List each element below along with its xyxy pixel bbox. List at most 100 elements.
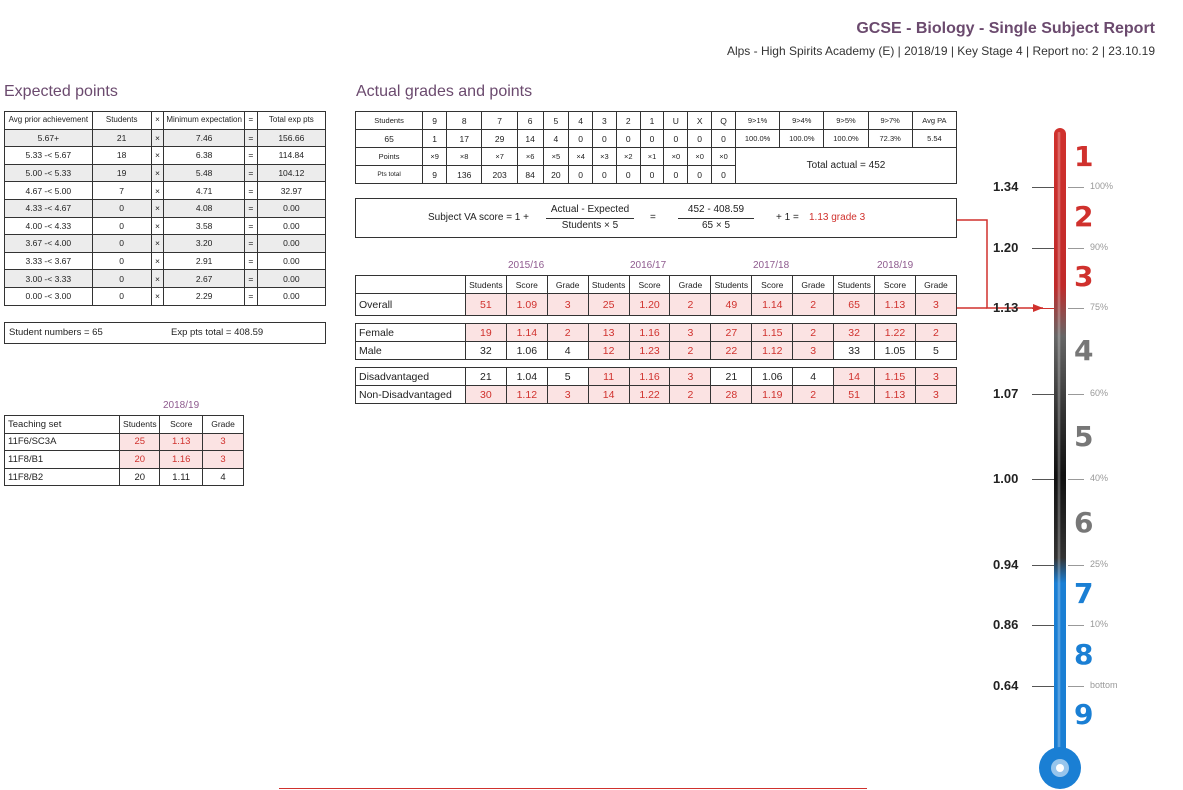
table-cell: 2 [615,111,641,130]
va-den-value: 65 × 5 [701,220,731,231]
table-cell: 5.00 -< 5.33 [4,163,93,183]
table-cell: Pts total [354,165,424,184]
table-cell: 1.19 [751,385,794,404]
table-cell: 65 [354,129,424,148]
fraction-line [678,218,754,219]
table-cell: 19 [91,163,152,183]
table-cell: 0 [568,165,593,184]
table-cell: 4.33 -< 4.67 [4,198,93,218]
table-cell: × [150,234,165,253]
table-row: 11F8/B2 20 1.11 4 [3,467,244,487]
table-cell: 22 [710,341,753,360]
table-cell: 1.12 [751,341,794,360]
grade-number: 6 [1074,506,1094,539]
expected-summary: Student numbers = 65 Exp pts total = 408… [4,322,326,344]
grade-number: 8 [1074,638,1094,671]
table-cell: ×0 [663,147,689,166]
table-cell: 3.00 -< 3.33 [4,269,93,288]
table-cell: 17 [445,129,483,148]
table-cell: 0.00 [256,234,327,253]
table-cell: 2 [669,293,712,316]
table-cell: 0 [663,129,689,148]
year-label: 2017/18 [753,260,790,271]
grade-number: 5 [1074,420,1094,453]
col-header: Grade [792,275,835,294]
year-label: 2016/17 [630,260,667,271]
table-cell: 1.22 [628,385,671,404]
scale-tick-left [1032,394,1054,395]
table-cell: 3 [546,385,589,404]
col-header: Score [159,415,204,434]
table-cell: 29 [481,129,518,148]
expected-points-title: Expected points [4,83,118,100]
table-cell: 0.00 [256,198,327,218]
col-header: Students [833,275,876,294]
table-cell: 3 [792,341,835,360]
table-cell: 0 [592,129,617,148]
grade-percentages-table: 9>1% 9>4% 9>5% 9>7% Avg PA 100.0% 100.0% 100.0… [734,111,958,184]
scale-value: 1.00 [993,471,1019,486]
table-cell: 4 [568,111,593,130]
scale-percentile: 90% [1090,242,1109,252]
table-row: 0.00 -< 3.00 0 × 2.29 = 0.00 [4,286,327,306]
table-cell: = [243,128,258,148]
table-cell: 11 [587,367,630,386]
spacer-cell [356,316,957,324]
table-cell: 203 [481,165,518,184]
table-cell: ×0 [687,147,713,166]
va-denominator: Students × 5 [561,220,619,231]
table-row: 3.67 -< 4.00 0 × 3.20 = 0.00 [4,234,327,253]
table-cell: 5.54 [911,129,958,148]
col-header: Avg prior achievement [4,111,93,130]
col-header: Grade [669,275,712,294]
row-label: Disadvantaged [355,367,466,386]
table-cell: 0 [568,129,593,148]
table-cell: 21 [91,128,152,148]
va-formula-box: Subject VA score = 1 + Actual - Expected… [355,198,957,238]
table-cell: 84 [516,165,544,184]
scale-value: 1.07 [993,386,1019,401]
table-cell: 3 [914,367,958,386]
table-cell: 0 [91,234,152,253]
scale-value: 1.20 [993,240,1019,255]
table-cell: 7 [91,181,152,200]
table-cell: 4 [202,467,244,487]
teaching-set-year: 2018/19 [163,400,200,411]
col-header: Total exp pts [256,111,327,130]
table-cell: 51 [464,293,507,316]
table-cell: × [150,181,165,200]
table-cell: 2 [669,385,712,404]
va-result: 1.13 grade 3 [809,212,866,223]
table-cell: 3 [592,111,617,130]
scale-tick-left [1032,565,1054,566]
table-cell: 1.14 [751,293,794,316]
grade-number: 1 [1074,140,1094,173]
table-cell: ×5 [542,147,570,166]
expected-points-table: Avg prior achievement Students × Minimum… [4,111,327,306]
table-cell: 51 [833,385,876,404]
table-cell: 1.13 [159,432,204,452]
report-title: GCSE - Biology - Single Subject Report [856,20,1155,37]
scale-tick-right [1068,625,1084,626]
table-cell: 3 [914,385,958,404]
table-cell: × [150,269,165,288]
col-header: Score [505,275,548,294]
table-cell: ×6 [516,147,544,166]
table-cell: 0.00 [256,286,327,306]
table-cell: = [243,146,258,165]
table-cell: 14 [587,385,630,404]
table-cell: × [150,286,165,306]
table-cell: 100.0% [734,129,781,148]
table-cell: 0.00 [256,251,327,271]
row-label: Non-Disadvantaged [355,385,466,404]
table-cell: 5.33 -< 5.67 [4,146,93,165]
table-cell: 1.20 [628,293,671,316]
table-cell: 0 [639,129,665,148]
scale-tick-left [1032,187,1054,188]
col-header: × [150,111,165,130]
table-cell: 0 [592,165,617,184]
table-cell: 3 [546,293,589,316]
table-cell: = [243,163,258,183]
table-cell: 0 [615,129,641,148]
scale-tick-left [1032,625,1054,626]
